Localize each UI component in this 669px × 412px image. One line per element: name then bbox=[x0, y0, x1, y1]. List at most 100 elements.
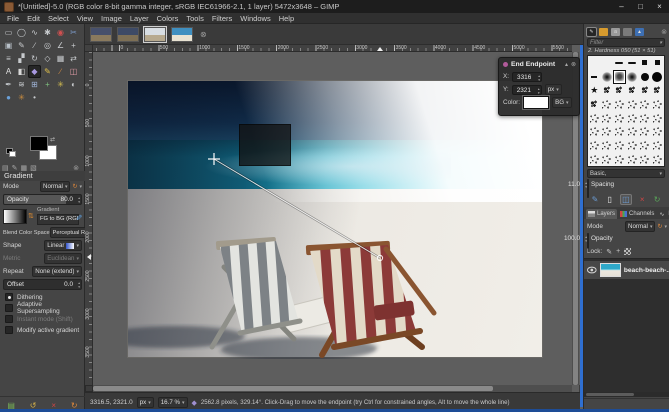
rectangle-select-tool[interactable]: ▭ bbox=[2, 26, 15, 39]
heal-tool[interactable]: + bbox=[41, 78, 54, 91]
brush-cell-19[interactable] bbox=[601, 97, 614, 111]
image-tab-1[interactable] bbox=[90, 27, 112, 42]
menu-file[interactable]: File bbox=[3, 14, 23, 23]
offset-slider[interactable]: Offset 0.0 ▴▾ bbox=[3, 279, 82, 290]
brush-cell-10[interactable] bbox=[638, 70, 651, 84]
brush-cell-16[interactable] bbox=[638, 84, 651, 98]
close-dialog-icon[interactable]: ⊗ bbox=[571, 61, 576, 68]
layer-list-scrollbar-handle[interactable] bbox=[586, 393, 634, 396]
brush-tag-dropdown[interactable]: Basic,▾ bbox=[587, 169, 665, 178]
brush-cell-25[interactable] bbox=[601, 111, 614, 125]
brush-cell-12[interactable]: ★ bbox=[588, 84, 601, 98]
airbrush-tool[interactable]: ≋ bbox=[15, 78, 28, 91]
flip-tool[interactable]: ⇄ bbox=[67, 52, 80, 65]
dodge-burn-tool[interactable]: ◐ bbox=[67, 78, 80, 91]
move-tool[interactable]: + bbox=[67, 39, 80, 52]
brush-cell-14[interactable] bbox=[613, 84, 626, 98]
fuzzy-select-tool[interactable]: ✱ bbox=[41, 26, 54, 39]
mode-menu-icon[interactable]: ▾ bbox=[79, 184, 82, 190]
horizontal-ruler[interactable]: 0500100015002000250030003500400045005000… bbox=[93, 45, 572, 52]
brush-cell-7[interactable] bbox=[601, 70, 614, 84]
pencil-tool[interactable]: ✎ bbox=[41, 65, 54, 78]
horizontal-scrollbar[interactable] bbox=[93, 385, 572, 392]
clone-tool[interactable]: ⊞ bbox=[28, 78, 41, 91]
zoom-tool[interactable]: ◎ bbox=[41, 39, 54, 52]
menu-windows[interactable]: Windows bbox=[236, 14, 274, 23]
document-history-tab-icon[interactable] bbox=[623, 28, 632, 36]
brush-cell-13[interactable] bbox=[601, 84, 614, 98]
ruler-origin-corner[interactable] bbox=[85, 45, 93, 52]
detach-dialog-icon[interactable]: ▴ bbox=[565, 61, 568, 68]
brush-cell-26[interactable] bbox=[613, 111, 626, 125]
checkbox-instant-mode-shift-[interactable]: Instant mode (Shift) bbox=[5, 315, 82, 323]
endpoint-color-swatch[interactable] bbox=[523, 96, 549, 109]
foreground-select-tool[interactable]: ▣ bbox=[2, 39, 15, 52]
eraser-tool[interactable]: ◫ bbox=[67, 65, 80, 78]
brush-cell-8[interactable] bbox=[613, 70, 626, 84]
bucket-fill-tool[interactable]: ◧ bbox=[15, 65, 28, 78]
lock-position-icon[interactable]: + bbox=[616, 248, 620, 255]
text-tool[interactable]: A bbox=[2, 65, 15, 78]
brush-cell-29[interactable] bbox=[651, 111, 664, 125]
dock-separator[interactable] bbox=[580, 45, 583, 407]
blur-sharpen-tool[interactable]: ● bbox=[2, 91, 15, 104]
mode-switch-icon[interactable]: ↻ bbox=[72, 183, 77, 190]
unit-dropdown[interactable]: px▾ bbox=[137, 397, 154, 408]
measure-tool[interactable]: ∠ bbox=[54, 39, 67, 52]
default-colors-icon[interactable] bbox=[6, 148, 15, 157]
endpoint-color-mode-dropdown[interactable]: BG▾ bbox=[552, 97, 571, 108]
gradient-preview[interactable] bbox=[3, 209, 27, 224]
brush-cell-38[interactable] bbox=[613, 139, 626, 153]
dock-close-icon[interactable]: ⊗ bbox=[661, 28, 667, 36]
layer-mode-switch-icon[interactable]: ↻ bbox=[657, 223, 662, 230]
menu-colors[interactable]: Colors bbox=[153, 14, 183, 23]
brush-cell-30[interactable] bbox=[588, 125, 601, 139]
minimize-button[interactable]: – bbox=[612, 0, 631, 13]
zoom-dropdown[interactable]: 16.7 %▾ bbox=[158, 397, 188, 408]
brush-cell-27[interactable] bbox=[626, 111, 639, 125]
lock-alpha-icon[interactable] bbox=[624, 248, 631, 255]
layer-thumbnail[interactable] bbox=[600, 263, 621, 277]
checkbox-adaptive-supersampling[interactable]: Adaptive Supersampling bbox=[5, 304, 82, 312]
align-tool[interactable]: ≡ bbox=[2, 52, 15, 65]
patterns-tab-icon[interactable] bbox=[599, 28, 608, 36]
brush-cell-34[interactable] bbox=[638, 125, 651, 139]
brush-cell-28[interactable] bbox=[638, 111, 651, 125]
layer-row[interactable]: beach-beach-... bbox=[584, 261, 669, 279]
image-tab-4[interactable] bbox=[171, 27, 193, 42]
layer-list[interactable]: beach-beach-... bbox=[584, 258, 669, 393]
layer-name[interactable]: beach-beach-... bbox=[624, 267, 669, 274]
fonts-tab-icon[interactable]: a bbox=[611, 28, 620, 36]
layer-mode-menu-icon[interactable]: ▾ bbox=[664, 224, 667, 230]
scissors-select-tool[interactable]: ✂ bbox=[67, 26, 80, 39]
brush-cell-39[interactable] bbox=[626, 139, 639, 153]
tab-layers[interactable]: Layers bbox=[586, 209, 617, 219]
checkbox-box[interactable] bbox=[5, 326, 13, 334]
menu-help[interactable]: Help bbox=[275, 14, 298, 23]
duplicate-brush-button[interactable]: ◫ bbox=[621, 195, 631, 204]
horizontal-scrollbar-handle[interactable] bbox=[93, 386, 493, 391]
tab-channels[interactable]: Channels bbox=[618, 209, 656, 219]
delete-brush-button[interactable]: × bbox=[640, 195, 645, 204]
menu-tools[interactable]: Tools bbox=[182, 14, 208, 23]
brush-cell-20[interactable] bbox=[613, 97, 626, 111]
brush-cell-2[interactable] bbox=[613, 56, 626, 70]
paths-tool[interactable]: ✎ bbox=[15, 39, 28, 52]
free-select-tool[interactable]: ∿ bbox=[28, 26, 41, 39]
lock-pixels-icon[interactable]: ✎ bbox=[606, 248, 612, 256]
layer-visibility-eye-icon[interactable] bbox=[587, 266, 597, 274]
menu-filters[interactable]: Filters bbox=[208, 14, 236, 23]
brush-cell-11[interactable] bbox=[651, 70, 664, 84]
endpoint-y-input[interactable]: 2321▴▾ bbox=[512, 85, 542, 95]
image-tab-3[interactable] bbox=[144, 27, 166, 42]
checkbox-box[interactable] bbox=[5, 293, 13, 301]
brush-filter-input[interactable]: Filter▾ bbox=[587, 38, 665, 47]
menu-edit[interactable]: Edit bbox=[23, 14, 44, 23]
brush-cell-22[interactable] bbox=[638, 97, 651, 111]
brush-cell-1[interactable] bbox=[601, 56, 614, 70]
brush-cell-43[interactable] bbox=[601, 153, 614, 167]
brush-cell-21[interactable] bbox=[626, 97, 639, 111]
paintbrush-tool[interactable]: ∕ bbox=[54, 65, 67, 78]
layer-list-scrollbar[interactable] bbox=[584, 392, 669, 397]
brush-cell-35[interactable] bbox=[651, 125, 664, 139]
